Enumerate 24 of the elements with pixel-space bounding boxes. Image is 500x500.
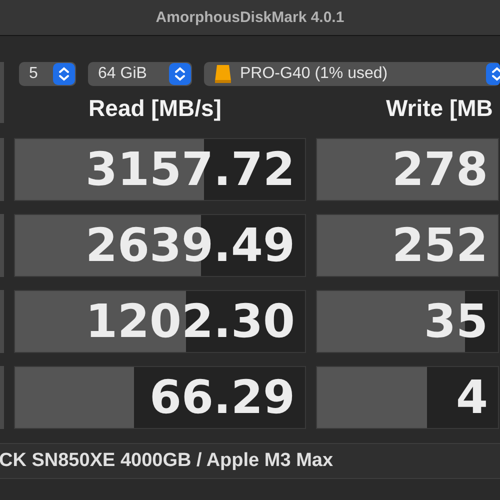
- result-value: 2639.49: [84, 217, 296, 274]
- dropdown[interactable]: 64 GiB: [88, 62, 192, 86]
- status-text: CK SN850XE 4000GB / Apple M3 Max: [0, 450, 334, 472]
- button-edge[interactable]: [0, 138, 4, 201]
- dropdown[interactable]: 5: [19, 62, 76, 86]
- result-value: 1202.30: [84, 293, 296, 350]
- result-value: 278: [390, 141, 489, 198]
- drive-icon: [214, 64, 232, 84]
- result-value: 35: [422, 293, 489, 350]
- column-header: Write [MB: [386, 94, 493, 122]
- window-title: AmorphousDiskMark 4.0.1: [156, 9, 344, 26]
- result-value: 66.29: [148, 369, 296, 426]
- stepper-icon[interactable]: [169, 63, 191, 85]
- drive-dropdown[interactable]: PRO-G40 (1% used): [204, 62, 500, 86]
- button-edge[interactable]: [0, 366, 4, 429]
- result-value: 3157.72: [84, 141, 296, 198]
- button-edge[interactable]: [0, 86, 4, 123]
- button-edge[interactable]: [0, 62, 4, 86]
- button-edge[interactable]: [0, 290, 4, 353]
- stepper-icon[interactable]: [53, 63, 75, 85]
- result-value: 4: [454, 369, 489, 426]
- column-header: Read [MB/s]: [88, 94, 222, 122]
- result-value: 252: [390, 217, 489, 274]
- button-edge[interactable]: [0, 214, 4, 277]
